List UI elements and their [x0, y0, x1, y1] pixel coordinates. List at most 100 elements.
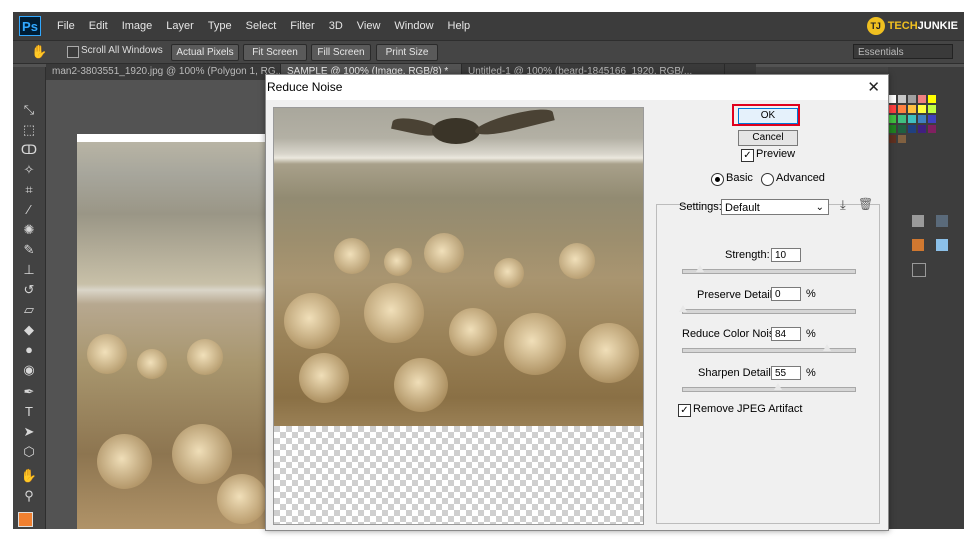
close-icon[interactable]: ✕ — [867, 78, 880, 96]
clone-stamp-tool-icon[interactable]: ⊥ — [19, 261, 39, 278]
paint-bucket-tool-icon[interactable]: ◆ — [19, 321, 39, 338]
preview-label: Preview — [756, 148, 796, 160]
strength-slider[interactable] — [682, 265, 856, 274]
style-preset[interactable] — [912, 239, 924, 251]
lasso-tool-icon[interactable]: ↀ — [19, 141, 39, 158]
menu-edit[interactable]: Edit — [82, 12, 115, 40]
color-noise-slider[interactable] — [682, 344, 856, 353]
eraser-tool-icon[interactable]: ▱ — [19, 301, 39, 318]
sharpen-details-input[interactable]: 55 — [771, 366, 801, 380]
type-tool-icon[interactable]: T — [19, 403, 39, 420]
menu-view[interactable]: View — [350, 12, 388, 40]
hand-tool-panel-icon[interactable]: ✋ — [19, 467, 39, 484]
bokeh-light — [424, 233, 464, 273]
preserve-details-slider[interactable] — [679, 305, 856, 314]
trash-icon[interactable]: 🗑 — [858, 197, 873, 211]
cancel-button[interactable]: Cancel — [738, 130, 798, 146]
brush-tool-icon[interactable]: ✎ — [19, 241, 39, 258]
bokeh-light — [187, 339, 223, 375]
document-canvas[interactable] — [77, 134, 267, 529]
menu-layer[interactable]: Layer — [159, 12, 201, 40]
sharpen-details-label: Sharpen Details: — [698, 367, 780, 379]
bokeh-light — [284, 293, 340, 349]
color-noise-slider-thumb[interactable] — [823, 344, 832, 351]
history-brush-tool-icon[interactable]: ↺ — [19, 281, 39, 298]
style-preset[interactable] — [912, 263, 926, 277]
style-preset[interactable] — [912, 215, 924, 227]
workspace-select[interactable]: Essentials — [853, 44, 953, 59]
marquee-tool-icon[interactable]: ⬚ — [19, 121, 39, 138]
techjunkie-badge: TJ — [866, 17, 885, 35]
menu-image[interactable]: Image — [115, 12, 160, 40]
color-noise-input[interactable]: 84 — [771, 327, 801, 341]
menu-3d[interactable]: 3D — [322, 12, 350, 40]
preview-checkbox[interactable]: ✓ — [741, 149, 754, 162]
fit-screen-button[interactable]: Fit Screen — [243, 44, 307, 61]
move-tool-icon[interactable]: ⤡ — [19, 101, 39, 118]
eyedropper-tool-icon[interactable]: ∕ — [19, 201, 39, 218]
sharpen-details-slider[interactable] — [682, 383, 856, 392]
preserve-details-slider-thumb[interactable] — [679, 305, 687, 312]
dialog-title-bar: Reduce Noise ✕ — [266, 75, 888, 100]
menu-select[interactable]: Select — [239, 12, 284, 40]
color-noise-label: Reduce Color Noise: — [682, 328, 784, 340]
bokeh-light — [384, 248, 412, 276]
advanced-radio[interactable] — [761, 173, 774, 186]
healing-brush-tool-icon[interactable]: ✺ — [19, 221, 39, 238]
zoom-tool-icon[interactable]: ⚲ — [19, 487, 39, 504]
path-selection-tool-icon[interactable]: ➤ — [19, 423, 39, 440]
menu-type[interactable]: Type — [201, 12, 239, 40]
preserve-details-input[interactable]: 0 — [771, 287, 801, 301]
style-preset[interactable] — [936, 239, 948, 251]
print-size-button[interactable]: Print Size — [376, 44, 438, 61]
settings-label: Settings: — [679, 201, 722, 213]
tab-man2[interactable]: man2-3803551_1920.jpg @ 100% (Polygon 1,… — [46, 64, 281, 80]
bokeh-light — [504, 313, 566, 375]
filter-preview[interactable] — [273, 107, 644, 525]
dodge-tool-icon[interactable]: ◉ — [19, 361, 39, 378]
quick-select-tool-icon[interactable]: ✧ — [19, 161, 39, 178]
menu-help[interactable]: Help — [441, 12, 478, 40]
actual-pixels-button[interactable]: Actual Pixels — [171, 44, 239, 61]
options-bar: ✋ Scroll All Windows Actual Pixels Fit S… — [13, 40, 964, 64]
strength-input[interactable]: 10 — [771, 248, 801, 262]
bokeh-light — [559, 243, 595, 279]
bokeh-light — [299, 353, 349, 403]
bokeh-light — [364, 283, 424, 343]
bokeh-light — [217, 474, 267, 524]
sharpen-details-slider-thumb[interactable] — [773, 383, 782, 390]
blur-tool-icon[interactable]: ● — [19, 341, 39, 358]
style-preset[interactable] — [936, 215, 948, 227]
fill-screen-button[interactable]: Fill Screen — [311, 44, 371, 61]
swatches-panel — [888, 67, 964, 529]
preserve-percent: % — [806, 288, 816, 300]
crop-tool-icon[interactable]: ⌗ — [19, 181, 39, 198]
hand-tool-icon[interactable]: ✋ — [31, 44, 47, 60]
bokeh-light — [137, 349, 167, 379]
pen-tool-icon[interactable]: ✒ — [19, 383, 39, 400]
techjunkie-watermark: TJ TECH JUNKIE — [866, 15, 958, 37]
menu-window[interactable]: Window — [387, 12, 440, 40]
strength-slider-thumb[interactable] — [696, 265, 705, 272]
remove-jpeg-artifact-label: Remove JPEG Artifact — [693, 403, 803, 415]
ok-button[interactable]: OK — [738, 108, 798, 124]
chevron-down-icon: ⌄ — [815, 202, 824, 213]
remove-jpeg-artifact-checkbox[interactable]: ✓ — [678, 404, 691, 417]
bokeh-light — [87, 334, 127, 374]
settings-select[interactable]: Default ⌄ — [721, 199, 829, 215]
color-noise-percent: % — [806, 328, 816, 340]
bokeh-light — [97, 434, 152, 489]
bokeh-light — [394, 358, 448, 412]
bird-wing — [473, 108, 555, 140]
foreground-color-swatch[interactable] — [18, 512, 33, 527]
scroll-all-windows-checkbox[interactable] — [67, 46, 79, 58]
bird — [432, 118, 480, 144]
basic-radio[interactable] — [711, 173, 724, 186]
watermark-text-tech: TECH — [887, 20, 918, 32]
menu-file[interactable]: File — [50, 12, 82, 40]
menu-filter[interactable]: Filter — [283, 12, 321, 40]
bokeh-light — [579, 323, 639, 383]
save-preset-icon[interactable]: ⤓ — [840, 197, 846, 213]
shape-tool-icon[interactable]: ⬡ — [19, 443, 39, 460]
advanced-label: Advanced — [776, 172, 825, 184]
